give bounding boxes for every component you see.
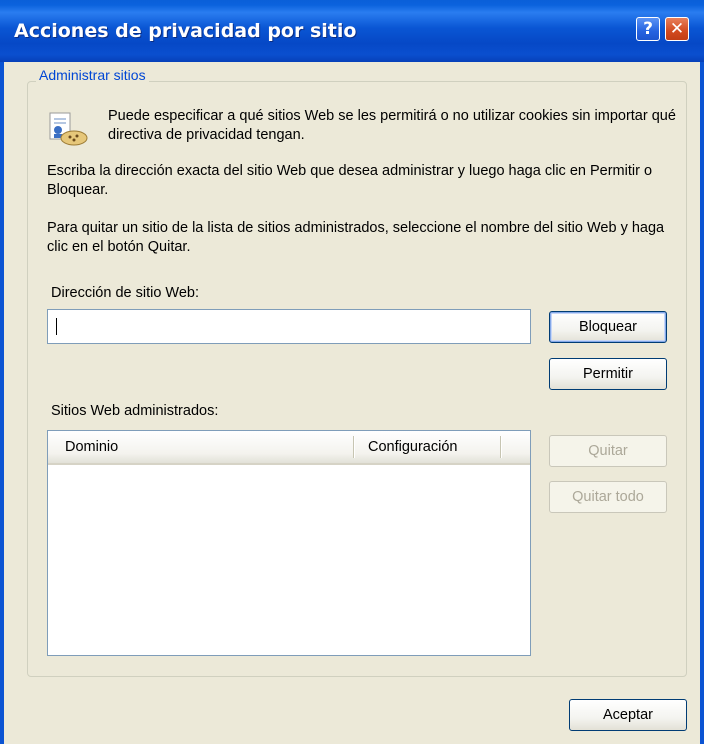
- group-label: Administrar sitios: [36, 67, 149, 83]
- column-divider[interactable]: [500, 436, 501, 458]
- text-caret: [56, 318, 57, 335]
- list-header: Dominio Configuración: [48, 431, 530, 465]
- window-title: Acciones de privacidad por sitio: [14, 20, 357, 42]
- window-frame-left: [0, 62, 4, 744]
- column-divider[interactable]: [353, 436, 354, 458]
- remove-button[interactable]: Quitar: [549, 435, 667, 467]
- remove-all-button[interactable]: Quitar todo: [549, 481, 667, 513]
- address-label: Dirección de sitio Web:: [51, 285, 200, 301]
- privacy-dialog: Acciones de privacidad por sitio ? ✕ Adm…: [0, 0, 704, 744]
- allow-button[interactable]: Permitir: [549, 358, 667, 390]
- title-bar[interactable]: Acciones de privacidad por sitio ? ✕: [0, 0, 704, 62]
- help-button[interactable]: ?: [636, 17, 660, 41]
- website-address-input[interactable]: [47, 309, 531, 344]
- privacy-cookie-icon: [49, 112, 88, 146]
- column-header-domain[interactable]: Dominio: [65, 431, 118, 463]
- info-text: Puede especificar a qué sitios Web se le…: [108, 108, 676, 143]
- close-button[interactable]: ✕: [665, 17, 689, 41]
- instruction-text: Escriba la dirección exacta del sitio We…: [47, 163, 653, 198]
- managed-sites-list[interactable]: Dominio Configuración: [47, 430, 531, 656]
- managed-sites-label: Sitios Web administrados:: [51, 403, 219, 419]
- ok-button[interactable]: Aceptar: [569, 699, 687, 731]
- close-icon: ✕: [669, 19, 685, 39]
- block-button[interactable]: Bloquear: [549, 311, 667, 343]
- column-header-setting[interactable]: Configuración: [368, 431, 457, 463]
- remove-instruction-text: Para quitar un sitio de la lista de siti…: [47, 220, 665, 255]
- window-frame-right: [700, 62, 704, 744]
- help-icon: ?: [643, 19, 653, 39]
